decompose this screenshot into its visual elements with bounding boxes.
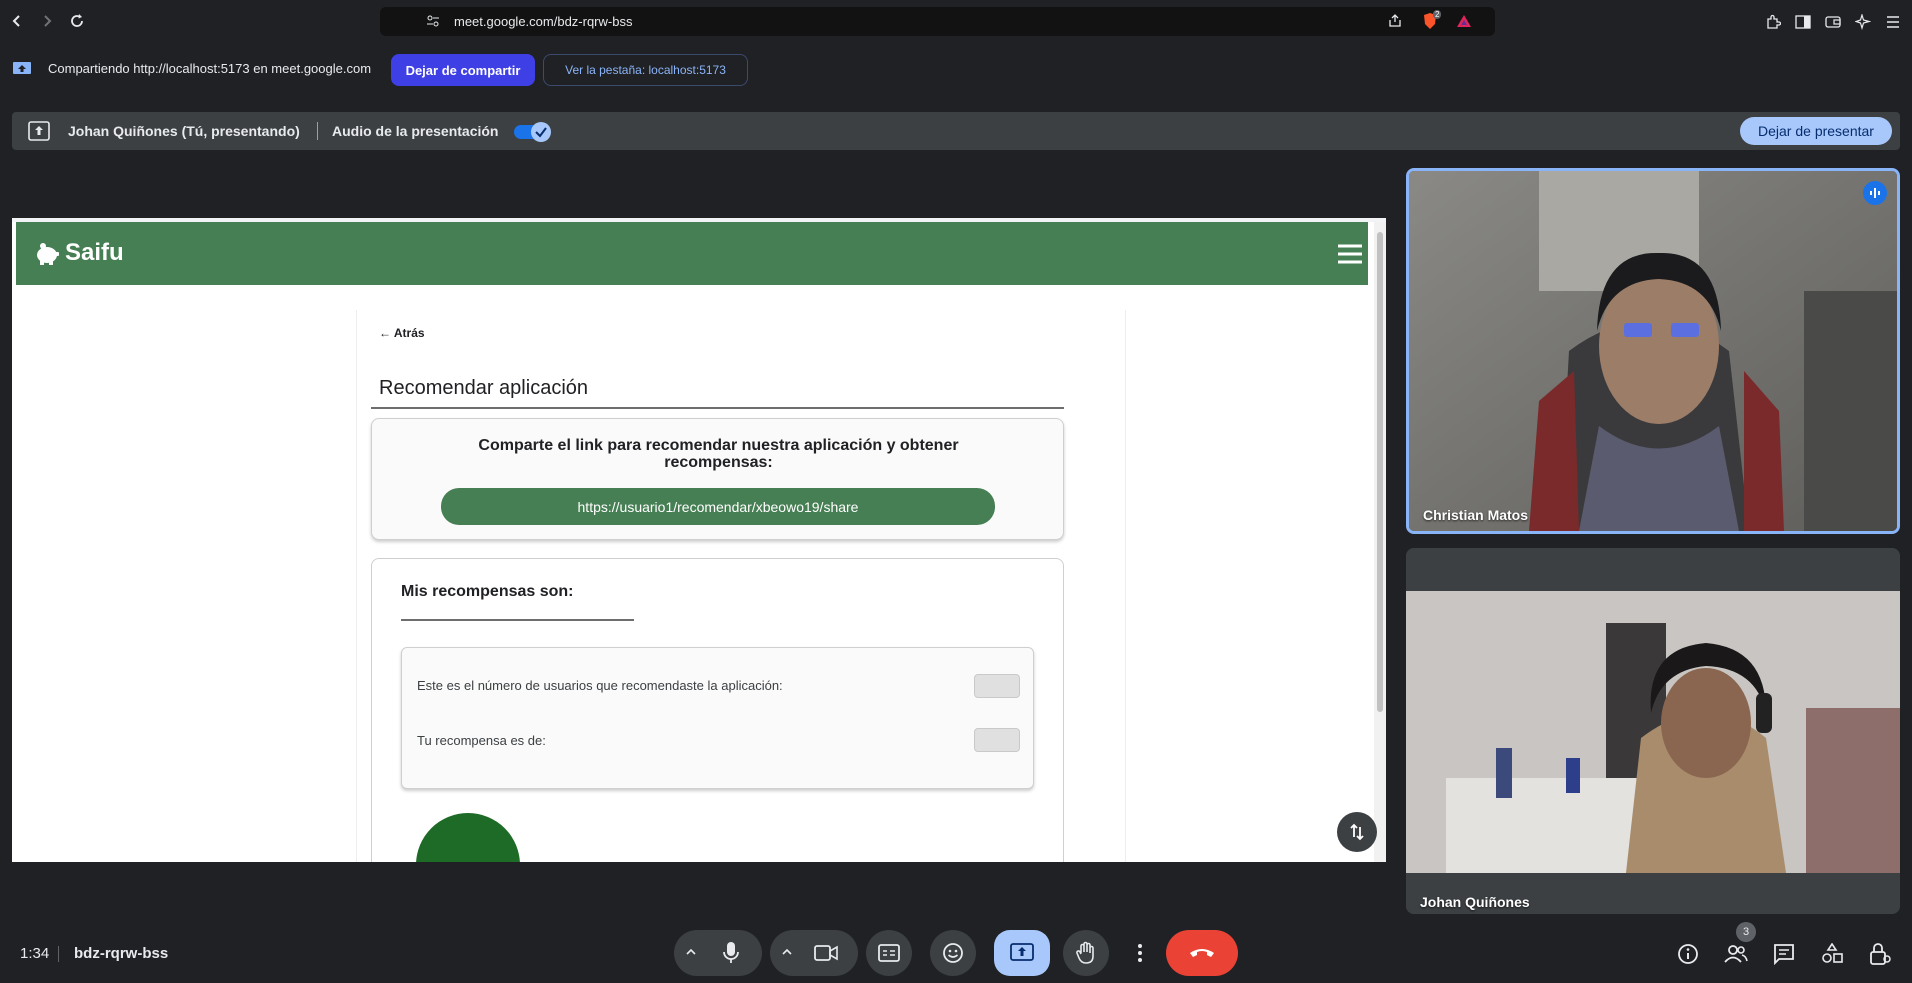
url-text: meet.google.com/bdz-rqrw-bss bbox=[454, 14, 633, 29]
divider bbox=[317, 122, 318, 140]
participant-video bbox=[1409, 171, 1897, 531]
emoji-reaction-icon[interactable] bbox=[930, 930, 976, 976]
activities-icon[interactable] bbox=[1819, 941, 1845, 967]
speaking-indicator-icon bbox=[1863, 181, 1887, 205]
presentation-audio-label: Audio de la presentación bbox=[332, 123, 499, 139]
view-tab-button[interactable]: Ver la pestaña: localhost:5173 bbox=[543, 54, 748, 86]
recommend-card: ← Atrás Recomendar aplicación Comparte e… bbox=[356, 310, 1126, 862]
leave-call-button[interactable] bbox=[1166, 930, 1238, 976]
sharing-infobar: Compartiendo http://localhost:5173 en me… bbox=[0, 45, 1912, 93]
presenting-bar: Johan Quiñones (Tú, presentando) Audio d… bbox=[12, 112, 1900, 150]
audio-options-chevron-icon[interactable] bbox=[684, 945, 698, 959]
leo-ai-icon[interactable] bbox=[1852, 11, 1874, 33]
hamburger-menu-icon[interactable] bbox=[1337, 244, 1363, 264]
share-link-button[interactable]: https://usuario1/recomendar/xbeowo19/sha… bbox=[441, 488, 995, 525]
stop-presenting-button[interactable]: Dejar de presentar bbox=[1740, 117, 1892, 145]
referred-users-label: Este es el número de usuarios que recome… bbox=[417, 678, 783, 693]
shared-screen: Saifu ← Atrás Recomendar aplicación Comp… bbox=[12, 218, 1386, 862]
participant-count-badge: 3 bbox=[1736, 922, 1756, 942]
mic-control-group bbox=[674, 930, 762, 976]
screen-share-icon bbox=[12, 61, 32, 77]
menu-icon[interactable] bbox=[1882, 11, 1904, 33]
more-options-icon[interactable] bbox=[1117, 930, 1163, 976]
video-options-chevron-icon[interactable] bbox=[780, 945, 794, 959]
meeting-code: bdz-rqrw-bss bbox=[74, 945, 169, 962]
forward-icon[interactable] bbox=[36, 10, 58, 32]
camera-icon[interactable] bbox=[814, 944, 838, 962]
meeting-info-icon[interactable] bbox=[1675, 941, 1701, 967]
brave-rewards-icon[interactable] bbox=[1455, 12, 1473, 30]
reward-badge bbox=[416, 813, 520, 862]
reward-amount-value bbox=[974, 728, 1020, 752]
back-icon[interactable] bbox=[6, 10, 28, 32]
site-settings-icon[interactable] bbox=[424, 12, 442, 30]
participant-name: Johan Quiñones bbox=[1420, 894, 1530, 910]
share-link-section: Comparte el link para recomendar nuestra… bbox=[371, 418, 1064, 540]
participant-name: Christian Matos bbox=[1423, 507, 1529, 523]
back-link[interactable]: ← Atrás bbox=[379, 326, 425, 340]
raise-hand-icon[interactable] bbox=[1063, 930, 1109, 976]
extensions-icon[interactable] bbox=[1762, 11, 1784, 33]
share-heading: Comparte el link para recomendar nuestra… bbox=[478, 437, 959, 471]
rewards-panel: Este es el número de usuarios que recome… bbox=[401, 647, 1034, 789]
sidebar-icon[interactable] bbox=[1792, 11, 1814, 33]
scrollbar-thumb[interactable] bbox=[1377, 232, 1383, 712]
call-controls-bar: 1:34 bdz-rqrw-bss 3 bbox=[0, 920, 1912, 983]
participant-video bbox=[1406, 548, 1900, 914]
swap-layout-icon[interactable] bbox=[1337, 812, 1377, 852]
divider bbox=[58, 946, 59, 962]
rewards-section: Mis recompensas son: Este es el número d… bbox=[371, 558, 1064, 862]
shields-count-badge: 2 bbox=[1433, 10, 1442, 19]
camera-control-group bbox=[770, 930, 858, 976]
app-header: Saifu bbox=[16, 222, 1368, 285]
title-divider bbox=[371, 407, 1064, 409]
rewards-divider bbox=[401, 619, 634, 621]
referred-users-value bbox=[974, 674, 1020, 698]
page-scrollbar[interactable] bbox=[1374, 222, 1386, 862]
share-page-icon[interactable] bbox=[1386, 12, 1404, 30]
address-bar[interactable]: meet.google.com/bdz-rqrw-bss 2 bbox=[380, 7, 1495, 36]
participant-tile[interactable]: Johan Quiñones bbox=[1406, 548, 1900, 914]
brave-shields-icon[interactable]: 2 bbox=[1421, 10, 1442, 30]
chat-icon[interactable] bbox=[1771, 941, 1797, 967]
host-controls-icon[interactable] bbox=[1867, 941, 1893, 967]
participant-tile[interactable]: Christian Matos bbox=[1406, 168, 1900, 534]
sharing-status-text: Compartiendo http://localhost:5173 en me… bbox=[48, 61, 372, 76]
hang-up-icon bbox=[1190, 949, 1214, 957]
reload-icon[interactable] bbox=[66, 10, 88, 32]
app-brand: Saifu bbox=[65, 239, 124, 266]
piggy-bank-icon bbox=[34, 242, 60, 266]
present-screen-icon bbox=[28, 121, 50, 141]
meeting-time: 1:34 bbox=[20, 945, 50, 962]
microphone-icon[interactable] bbox=[722, 941, 740, 965]
browser-toolbar: meet.google.com/bdz-rqrw-bss 2 bbox=[0, 0, 1912, 43]
captions-icon[interactable] bbox=[866, 930, 912, 976]
stop-sharing-button[interactable]: Dejar de compartir bbox=[391, 54, 535, 86]
reward-amount-label: Tu recompensa es de: bbox=[417, 733, 546, 748]
page-title: Recomendar aplicación bbox=[379, 377, 589, 399]
presentation-audio-toggle[interactable] bbox=[514, 122, 552, 142]
people-icon[interactable] bbox=[1723, 941, 1749, 967]
present-now-icon[interactable] bbox=[994, 930, 1050, 976]
presenter-label: Johan Quiñones (Tú, presentando) bbox=[68, 123, 300, 139]
wallet-icon[interactable] bbox=[1822, 11, 1844, 33]
rewards-heading: Mis recompensas son: bbox=[401, 583, 574, 600]
